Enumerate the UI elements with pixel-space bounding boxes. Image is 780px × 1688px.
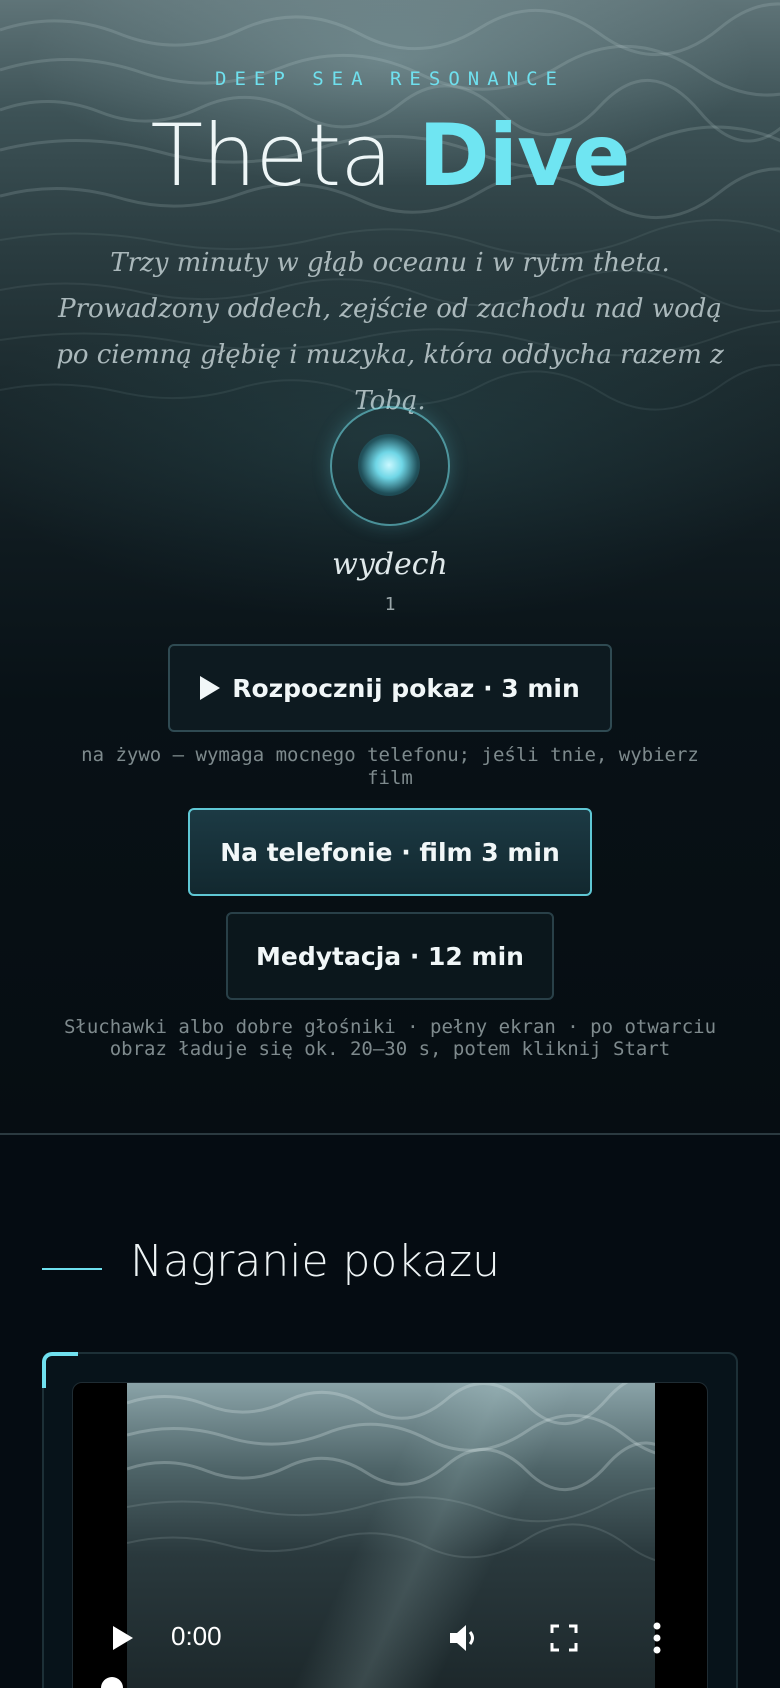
eyebrow-text: DEEP SEA RESONANCE: [215, 68, 565, 90]
breath-count: 1: [384, 594, 396, 615]
section-title: Nagranie pokazu: [130, 1236, 501, 1287]
fullscreen-icon[interactable]: [549, 1623, 579, 1653]
phone-film-label: Na telefonie · film 3 min: [220, 837, 560, 867]
phone-film-button[interactable]: Na telefonie · film 3 min: [188, 808, 592, 896]
breath-orb-icon: [358, 434, 420, 496]
page: DEEP SEA RESONANCE Theta Dive Trzy minut…: [0, 0, 780, 1688]
card-corner-accent: [42, 1352, 78, 1388]
setup-hint: Słuchawki albo dobre głośniki · pełny ek…: [63, 1016, 717, 1060]
video-scrubber-handle[interactable]: [101, 1677, 123, 1688]
live-mode-hint: na żywo — wymaga mocnego telefonu; jeśli…: [81, 744, 699, 789]
meditation-label: Medytacja · 12 min: [256, 941, 524, 971]
more-options-icon[interactable]: [649, 1621, 665, 1655]
title-main: Theta: [150, 106, 393, 206]
volume-icon[interactable]: [447, 1621, 481, 1655]
meditation-button[interactable]: Medytacja · 12 min: [226, 912, 554, 1000]
start-show-label: Rozpocznij pokaz · 3 min: [232, 673, 580, 703]
intro-text: Trzy minuty w głąb oceanu i w rytm theta…: [56, 248, 724, 416]
title-accent: Dive: [418, 106, 630, 206]
page-title: Theta Dive: [0, 106, 780, 206]
play-icon: [200, 676, 221, 700]
video-player[interactable]: 0:00: [72, 1382, 708, 1688]
section-accent-line: [42, 1268, 102, 1270]
start-show-button[interactable]: Rozpocznij pokaz · 3 min: [168, 644, 612, 732]
breath-phase: wydech: [332, 547, 448, 582]
video-time: 0:00: [171, 1621, 222, 1651]
section-divider: [0, 1133, 780, 1135]
video-play-icon[interactable]: [113, 1626, 133, 1650]
